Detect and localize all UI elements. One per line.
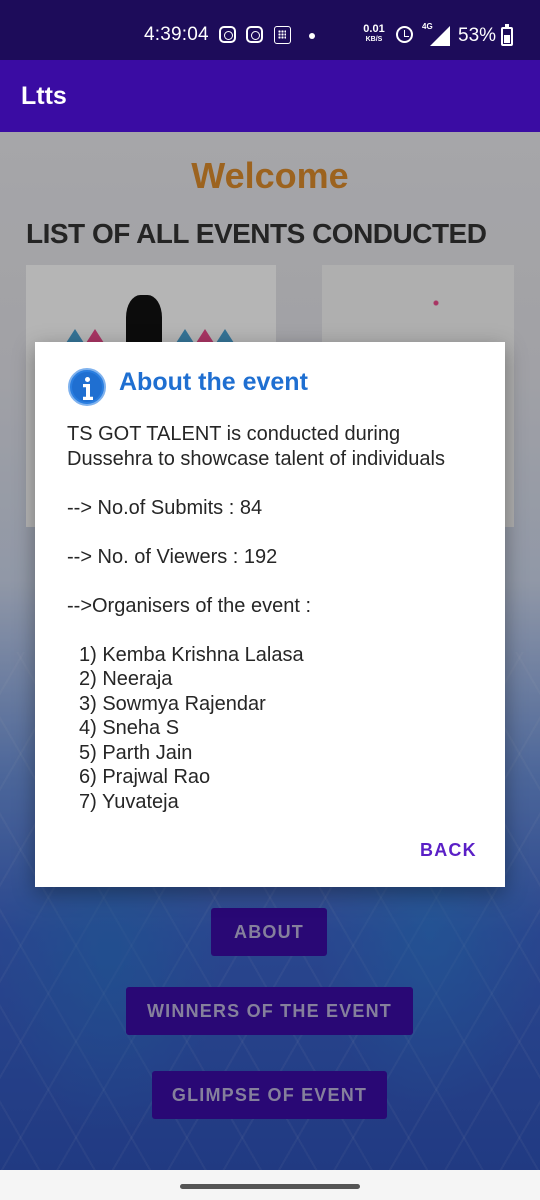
- list-item: 2) Neeraja: [79, 668, 173, 690]
- status-time: 4:39:04: [144, 24, 209, 45]
- instagram-icon: [219, 26, 236, 43]
- calculator-icon: [274, 26, 291, 44]
- network-speed-value: 0.01: [363, 23, 385, 35]
- submits-count: --> No.of Submits : 84: [67, 496, 263, 519]
- list-item: 3) Sowmya Rajendar: [79, 692, 266, 715]
- organisers-heading: -->Organisers of the event :: [67, 594, 312, 617]
- event-description: TS GOT TALENT is conducted during Dusseh…: [67, 423, 445, 470]
- instagram-icon: [246, 26, 263, 43]
- organisers-list: 1) Kemba Krishna Lalasa 2) Neeraja 3) So…: [67, 643, 487, 815]
- battery-percent: 53%: [458, 25, 497, 46]
- list-item: 6) Prajwal Rao: [79, 766, 211, 788]
- list-item: 7) Yuvateja: [79, 790, 179, 813]
- notification-dot-icon: [309, 33, 315, 39]
- info-icon: [68, 368, 106, 406]
- list-item: 4) Sneha S: [79, 717, 180, 739]
- viewers-count: --> No. of Viewers : 192: [67, 545, 278, 568]
- gesture-nav-bar: [0, 1170, 540, 1200]
- alarm-icon: [396, 26, 413, 43]
- list-item: 5) Parth Jain: [79, 741, 193, 764]
- about-event-dialog: About the event TS GOT TALENT is conduct…: [35, 342, 505, 887]
- list-item: 1) Kemba Krishna Lalasa: [79, 643, 304, 666]
- app-bar: Ltts: [0, 60, 540, 132]
- status-bar: 4:39:04 0.01 KB/S 4G 53%: [0, 0, 540, 60]
- back-button[interactable]: BACK: [420, 840, 477, 861]
- dialog-title: About the event: [119, 368, 308, 396]
- dialog-message: TS GOT TALENT is conducted during Dusseh…: [67, 422, 487, 814]
- app-title: Ltts: [21, 82, 67, 110]
- home-gesture-handle[interactable]: [180, 1184, 360, 1189]
- network-speed: 0.01 KB/S: [361, 23, 387, 44]
- network-speed-unit: KB/S: [365, 36, 383, 43]
- signal-icon: 4G: [420, 22, 450, 46]
- battery-icon: [501, 24, 513, 46]
- screen: 4:39:04 0.01 KB/S 4G 53% Ltts Welcome LI…: [0, 0, 540, 1200]
